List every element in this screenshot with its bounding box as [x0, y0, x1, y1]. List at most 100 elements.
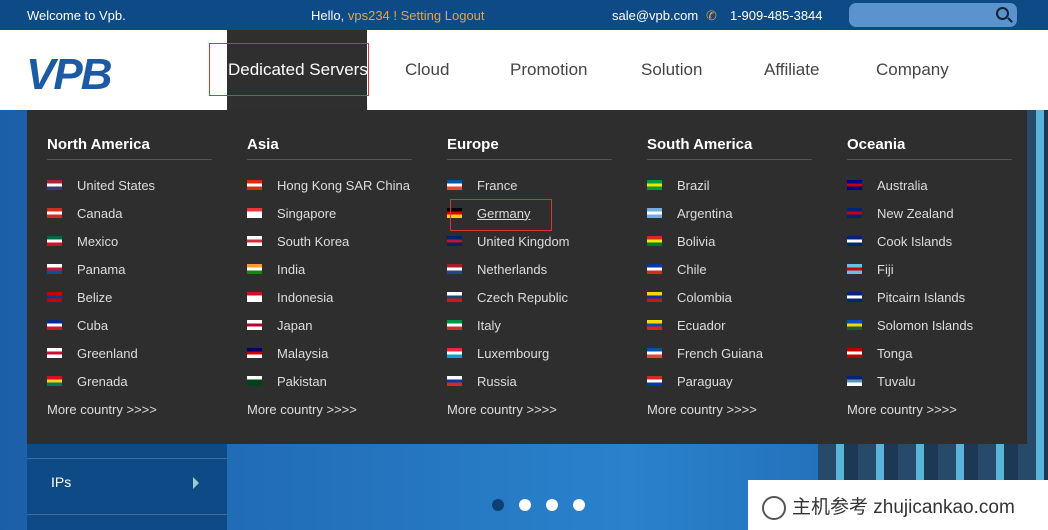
flag-icon — [247, 180, 262, 190]
flag-icon — [247, 264, 262, 274]
flag-icon — [847, 376, 862, 386]
nav-solution[interactable]: Solution — [641, 60, 702, 80]
country-link[interactable]: Luxembourg — [447, 345, 549, 361]
divider — [27, 458, 227, 459]
country-link[interactable]: Czech Republic — [447, 289, 568, 305]
country-link[interactable]: Australia — [847, 177, 928, 193]
carousel-dot[interactable] — [492, 499, 504, 511]
more-country-link[interactable]: More country >>>> — [47, 402, 157, 417]
flag-icon — [47, 376, 62, 386]
country-link[interactable]: Panama — [47, 261, 125, 277]
flag-icon — [647, 208, 662, 218]
country-link[interactable]: Pitcairn Islands — [847, 289, 965, 305]
carousel-dot[interactable] — [546, 499, 558, 511]
country-link[interactable]: Cuba — [47, 317, 108, 333]
highlight-box — [209, 43, 369, 96]
email-link[interactable]: sale@vpb.com — [612, 8, 698, 23]
flag-icon — [847, 320, 862, 330]
country-link[interactable]: Belize — [47, 289, 112, 305]
flag-icon — [47, 264, 62, 274]
region-title: North America — [47, 136, 150, 153]
country-link[interactable]: Singapore — [247, 205, 336, 221]
flag-icon — [647, 348, 662, 358]
more-country-link[interactable]: More country >>>> — [647, 402, 757, 417]
nav-company[interactable]: Company — [876, 60, 949, 80]
setting-link[interactable]: Setting — [401, 8, 441, 23]
country-link[interactable]: French Guiana — [647, 345, 763, 361]
nav-promotion[interactable]: Promotion — [510, 60, 587, 80]
flag-icon — [247, 292, 262, 302]
watermark-logo-icon — [762, 495, 786, 520]
divider — [47, 159, 212, 160]
country-link[interactable]: Italy — [447, 317, 501, 333]
country-link[interactable]: Fiji — [847, 261, 894, 277]
region-title: Asia — [247, 136, 279, 153]
flag-icon — [647, 264, 662, 274]
greeting: Hello, vps234 ! Setting Logout — [311, 8, 485, 23]
country-link[interactable]: Netherlands — [447, 261, 547, 277]
more-country-link[interactable]: More country >>>> — [447, 402, 557, 417]
country-link[interactable]: Tonga — [847, 345, 912, 361]
flag-icon — [247, 236, 262, 246]
flag-icon — [847, 236, 862, 246]
country-link[interactable]: Grenada — [47, 373, 128, 389]
country-link[interactable]: Brazil — [647, 177, 710, 193]
flag-icon — [447, 292, 462, 302]
logo[interactable]: VPB — [26, 50, 114, 100]
country-link[interactable]: Japan — [247, 317, 312, 333]
country-link[interactable]: Hong Kong SAR China — [247, 177, 410, 193]
country-link[interactable]: Russia — [447, 373, 517, 389]
country-link[interactable]: South Korea — [247, 233, 349, 249]
country-link[interactable]: Mexico — [47, 233, 118, 249]
flag-icon — [647, 292, 662, 302]
country-link[interactable]: New Zealand — [847, 205, 954, 221]
welcome-text: Welcome to Vpb. — [27, 8, 126, 23]
flag-icon — [847, 208, 862, 218]
country-link[interactable]: Solomon Islands — [847, 317, 973, 333]
phone-icon: ✆ — [706, 8, 717, 23]
search-icon[interactable] — [996, 7, 1009, 20]
region-title: Oceania — [847, 136, 906, 153]
flag-icon — [47, 208, 62, 218]
more-country-link[interactable]: More country >>>> — [847, 402, 957, 417]
flag-icon — [647, 376, 662, 386]
region-title: Europe — [447, 136, 499, 153]
country-link[interactable]: Malaysia — [247, 345, 328, 361]
carousel-dot[interactable] — [573, 499, 585, 511]
divider — [847, 159, 1012, 160]
watermark: 主机参考 zhujicankao.com — [748, 480, 1048, 530]
nav-affiliate[interactable]: Affiliate — [764, 60, 819, 80]
country-link[interactable]: Tuvalu — [847, 373, 916, 389]
chevron-right-icon — [193, 477, 199, 489]
country-link[interactable]: Bolivia — [647, 233, 715, 249]
country-link[interactable]: Cook Islands — [847, 233, 952, 249]
country-link[interactable]: Greenland — [47, 345, 138, 361]
flag-icon — [447, 236, 462, 246]
country-link[interactable]: Canada — [47, 205, 123, 221]
nav-cloud[interactable]: Cloud — [405, 60, 449, 80]
dedicated-servers-dropdown: North America United States Canada Mexico Pa… — [27, 110, 1027, 444]
flag-icon — [247, 348, 262, 358]
flag-icon — [47, 348, 62, 358]
carousel-dots — [492, 499, 585, 511]
country-link[interactable]: United States — [47, 177, 155, 193]
country-link[interactable]: Colombia — [647, 289, 732, 305]
search-input[interactable] — [849, 3, 1017, 27]
country-link[interactable]: United Kingdom — [447, 233, 570, 249]
country-link[interactable]: Indonesia — [247, 289, 333, 305]
country-link[interactable]: Argentina — [647, 205, 733, 221]
flag-icon — [47, 292, 62, 302]
username-link[interactable]: vps234 ! — [348, 8, 397, 23]
sidebar-item-ips[interactable]: IPs — [51, 474, 71, 490]
country-link[interactable]: France — [447, 177, 517, 193]
country-link[interactable]: Pakistan — [247, 373, 327, 389]
flag-icon — [847, 292, 862, 302]
country-link[interactable]: India — [247, 261, 305, 277]
carousel-dot[interactable] — [519, 499, 531, 511]
country-link[interactable]: Chile — [647, 261, 707, 277]
country-link[interactable]: Ecuador — [647, 317, 725, 333]
more-country-link[interactable]: More country >>>> — [247, 402, 357, 417]
country-link[interactable]: Paraguay — [647, 373, 733, 389]
flag-icon — [47, 180, 62, 190]
logout-link[interactable]: Logout — [445, 8, 485, 23]
